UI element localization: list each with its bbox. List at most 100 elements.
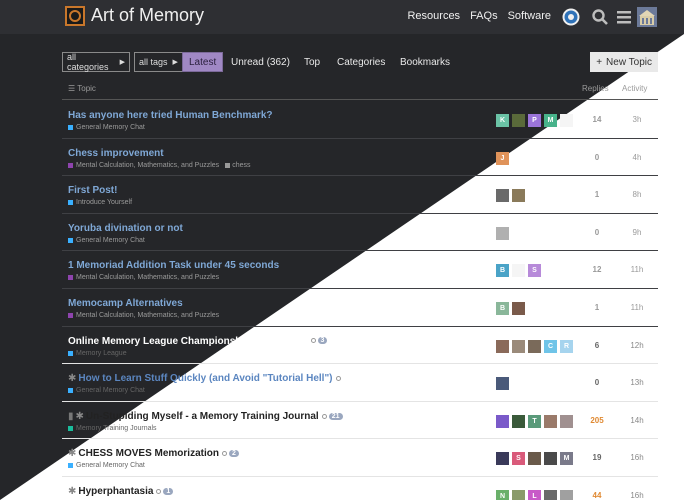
table-row[interactable]: Memocamp Alternatives Mental Calculation,…	[62, 289, 658, 327]
reply-count[interactable]: 0	[582, 228, 612, 237]
avatar[interactable]: R	[560, 339, 573, 353]
avatar[interactable]	[496, 189, 509, 203]
profile-avatar-icon[interactable]	[637, 7, 657, 27]
avatar[interactable]	[496, 226, 509, 240]
table-row[interactable]: ✱ CHESS MOVES Memorization 2 General Memory…	[62, 439, 658, 477]
avatar[interactable]: L	[528, 489, 541, 500]
avatar[interactable]	[512, 264, 525, 278]
avatar[interactable]	[544, 489, 557, 500]
topic-category[interactable]: General Memory Chat	[68, 462, 145, 469]
unread-count-badge[interactable]: 21	[328, 412, 343, 420]
avatar[interactable]: B	[496, 301, 509, 315]
topic-title[interactable]: Chess improvement	[68, 148, 164, 159]
avatar[interactable]: C	[544, 339, 557, 353]
avatar[interactable]	[560, 114, 573, 127]
topic-category[interactable]: General Memory Chat	[68, 387, 145, 394]
reply-count[interactable]: 44	[582, 491, 612, 500]
tab-top[interactable]: Top	[304, 52, 320, 72]
topic-category[interactable]: Memory Training Journals	[68, 425, 157, 432]
avatar[interactable]: N	[496, 489, 509, 500]
topic-title[interactable]: ▮ ✱ Un-Stupiding Myself - a Memory Trainin…	[68, 411, 343, 422]
nav-faqs[interactable]: FAQs	[470, 10, 498, 22]
new-topic-button[interactable]: + New Topic	[590, 52, 658, 72]
avatar[interactable]: J	[496, 151, 509, 165]
activity-column-header[interactable]: Activity	[622, 84, 647, 93]
reply-count[interactable]: 19	[582, 453, 612, 462]
avatar[interactable]	[512, 301, 525, 315]
activity-time[interactable]: 4h	[622, 153, 652, 162]
table-row[interactable]: Yoruba divination or not General Memory C…	[62, 214, 658, 252]
topic-title[interactable]: Online Memory League Championship, seaso…	[68, 336, 328, 347]
reply-count[interactable]: 0	[582, 378, 612, 387]
avatar[interactable]: K	[496, 114, 509, 127]
reply-count[interactable]: 1	[582, 303, 612, 312]
avatar[interactable]: P	[528, 114, 541, 127]
avatar[interactable]	[512, 339, 525, 353]
categories-dropdown[interactable]: all categories ▶	[62, 52, 130, 72]
tab-latest[interactable]: Latest	[182, 52, 224, 72]
tag-label[interactable]: chess	[232, 162, 250, 169]
nav-software[interactable]: Software	[508, 10, 551, 22]
topic-category[interactable]: Mental Calculation, Mathematics, and Puz…	[68, 162, 250, 169]
nav-resources[interactable]: Resources	[407, 10, 460, 22]
topic-title[interactable]: First Post!	[68, 185, 117, 196]
table-row[interactable]: 1 Memoriad Addition Task under 45 second…	[62, 251, 658, 289]
avatar[interactable]	[560, 414, 573, 428]
unread-count-badge[interactable]: 3	[317, 337, 328, 345]
logo-icon[interactable]	[65, 6, 85, 26]
activity-time[interactable]: 12h	[622, 341, 652, 350]
table-row[interactable]: Chess improvement Mental Calculation, Mat…	[62, 139, 658, 177]
reply-count[interactable]: 14	[582, 115, 612, 124]
avatar[interactable]	[560, 489, 573, 500]
avatar[interactable]	[544, 414, 557, 428]
activity-time[interactable]: 8h	[622, 190, 652, 199]
activity-time[interactable]: 11h	[622, 303, 652, 312]
reply-count[interactable]: 0	[582, 153, 612, 162]
table-row[interactable]: ▮ ✱ Un-Stupiding Myself - a Memory Trainin…	[62, 402, 658, 440]
avatar[interactable]: S	[528, 264, 541, 278]
avatar[interactable]	[496, 377, 509, 391]
topic-title[interactable]: 1 Memoriad Addition Task under 45 second…	[68, 260, 279, 271]
avatar[interactable]: M	[544, 114, 557, 127]
avatar[interactable]	[512, 114, 525, 127]
activity-time[interactable]: 11h	[622, 265, 652, 274]
tab-unread[interactable]: Unread (362)	[231, 52, 290, 72]
activity-time[interactable]: 13h	[622, 378, 652, 387]
activity-time[interactable]: 9h	[622, 228, 652, 237]
reply-count[interactable]: 6	[582, 341, 612, 350]
topic-title[interactable]: Has anyone here tried Human Benchmark?	[68, 110, 273, 121]
avatar[interactable]: T	[528, 414, 541, 428]
activity-time[interactable]: 16h	[622, 453, 652, 462]
user-avatar-icon[interactable]	[562, 8, 580, 26]
unread-count-badge[interactable]: 2	[228, 450, 239, 458]
avatar[interactable]: S	[512, 452, 525, 466]
table-row[interactable]: Online Memory League Championship, seaso…	[62, 327, 658, 365]
avatar[interactable]	[512, 189, 525, 203]
activity-time[interactable]: 14h	[622, 416, 652, 425]
topic-category[interactable]: Mental Calculation, Mathematics, and Puz…	[68, 274, 219, 281]
table-row[interactable]: ✱ How to Learn Stuff Quickly (and Avoid "…	[62, 364, 658, 402]
avatar[interactable]: M	[560, 452, 573, 466]
replies-column-header[interactable]: Replies	[582, 84, 609, 93]
avatar[interactable]	[528, 339, 541, 353]
activity-time[interactable]: 3h	[622, 115, 652, 124]
topic-column-header[interactable]: ☰ Topic	[68, 84, 96, 93]
topic-category[interactable]: General Memory Chat	[68, 237, 145, 244]
avatar[interactable]	[512, 414, 525, 428]
avatar[interactable]	[512, 489, 525, 500]
topic-category[interactable]: Mental Calculation, Mathematics, and Puz…	[68, 312, 219, 319]
table-row[interactable]: ✱ Hyperphantasia 1 N L 44 16h	[62, 477, 658, 500]
search-icon[interactable]	[591, 8, 609, 26]
avatar[interactable]: B	[496, 264, 509, 278]
table-row[interactable]: First Post! Introduce Yourself 1 8h	[62, 176, 658, 214]
table-row[interactable]: Has anyone here tried Human Benchmark? Ge…	[62, 101, 658, 139]
topic-category[interactable]: General Memory Chat	[68, 124, 145, 131]
site-title[interactable]: Art of Memory	[91, 5, 204, 26]
reply-count[interactable]: 1	[582, 190, 612, 199]
topic-category[interactable]: Introduce Yourself	[68, 199, 132, 206]
reply-count[interactable]: 12	[582, 265, 612, 274]
unread-count-badge[interactable]: 1	[163, 487, 174, 495]
avatar[interactable]	[528, 452, 541, 466]
topic-title[interactable]: Yoruba divination or not	[68, 223, 183, 234]
topic-title[interactable]: ✱ CHESS MOVES Memorization 2	[68, 448, 239, 459]
